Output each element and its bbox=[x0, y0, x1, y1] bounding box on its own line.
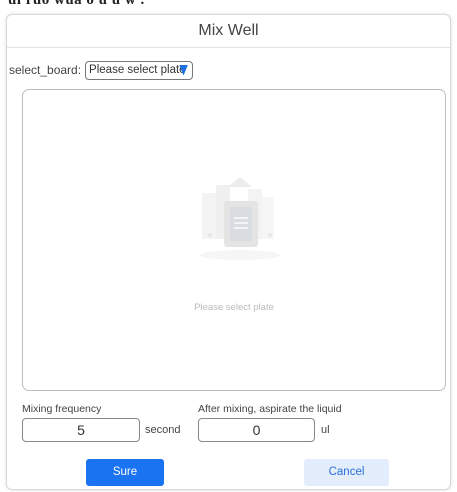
screen: ul ruo wua o u u w . Mix Well select_boa… bbox=[0, 0, 457, 492]
board-selector-row: select_board: Please select plate bbox=[9, 59, 194, 81]
board-select-value: Please select plate bbox=[89, 63, 186, 76]
aspirate-volume-unit: ul bbox=[321, 424, 330, 436]
plate-display-panel: Please select plate bbox=[22, 89, 446, 391]
empty-state-text: Please select plate bbox=[194, 302, 274, 313]
page-fragment-text: ul ruo wua o u u w . bbox=[8, 0, 145, 8]
dialog-title: Mix Well bbox=[7, 15, 450, 48]
aspirate-volume-input[interactable] bbox=[198, 418, 315, 442]
select-board-label: select_board: bbox=[9, 63, 82, 77]
sure-button[interactable]: Sure bbox=[86, 459, 164, 486]
mixing-frequency-unit: second bbox=[145, 424, 181, 436]
mixing-frequency-input[interactable] bbox=[22, 418, 140, 442]
board-select-dropdown[interactable]: Please select plate bbox=[85, 60, 194, 80]
aspirate-volume-label: After mixing, aspirate the liquid bbox=[198, 403, 342, 415]
mix-well-dialog: Mix Well select_board: Please select pla… bbox=[6, 14, 451, 490]
cancel-button[interactable]: Cancel bbox=[304, 459, 389, 486]
empty-plate-icon bbox=[200, 177, 280, 260]
mixing-frequency-label: Mixing frequency bbox=[22, 403, 102, 415]
